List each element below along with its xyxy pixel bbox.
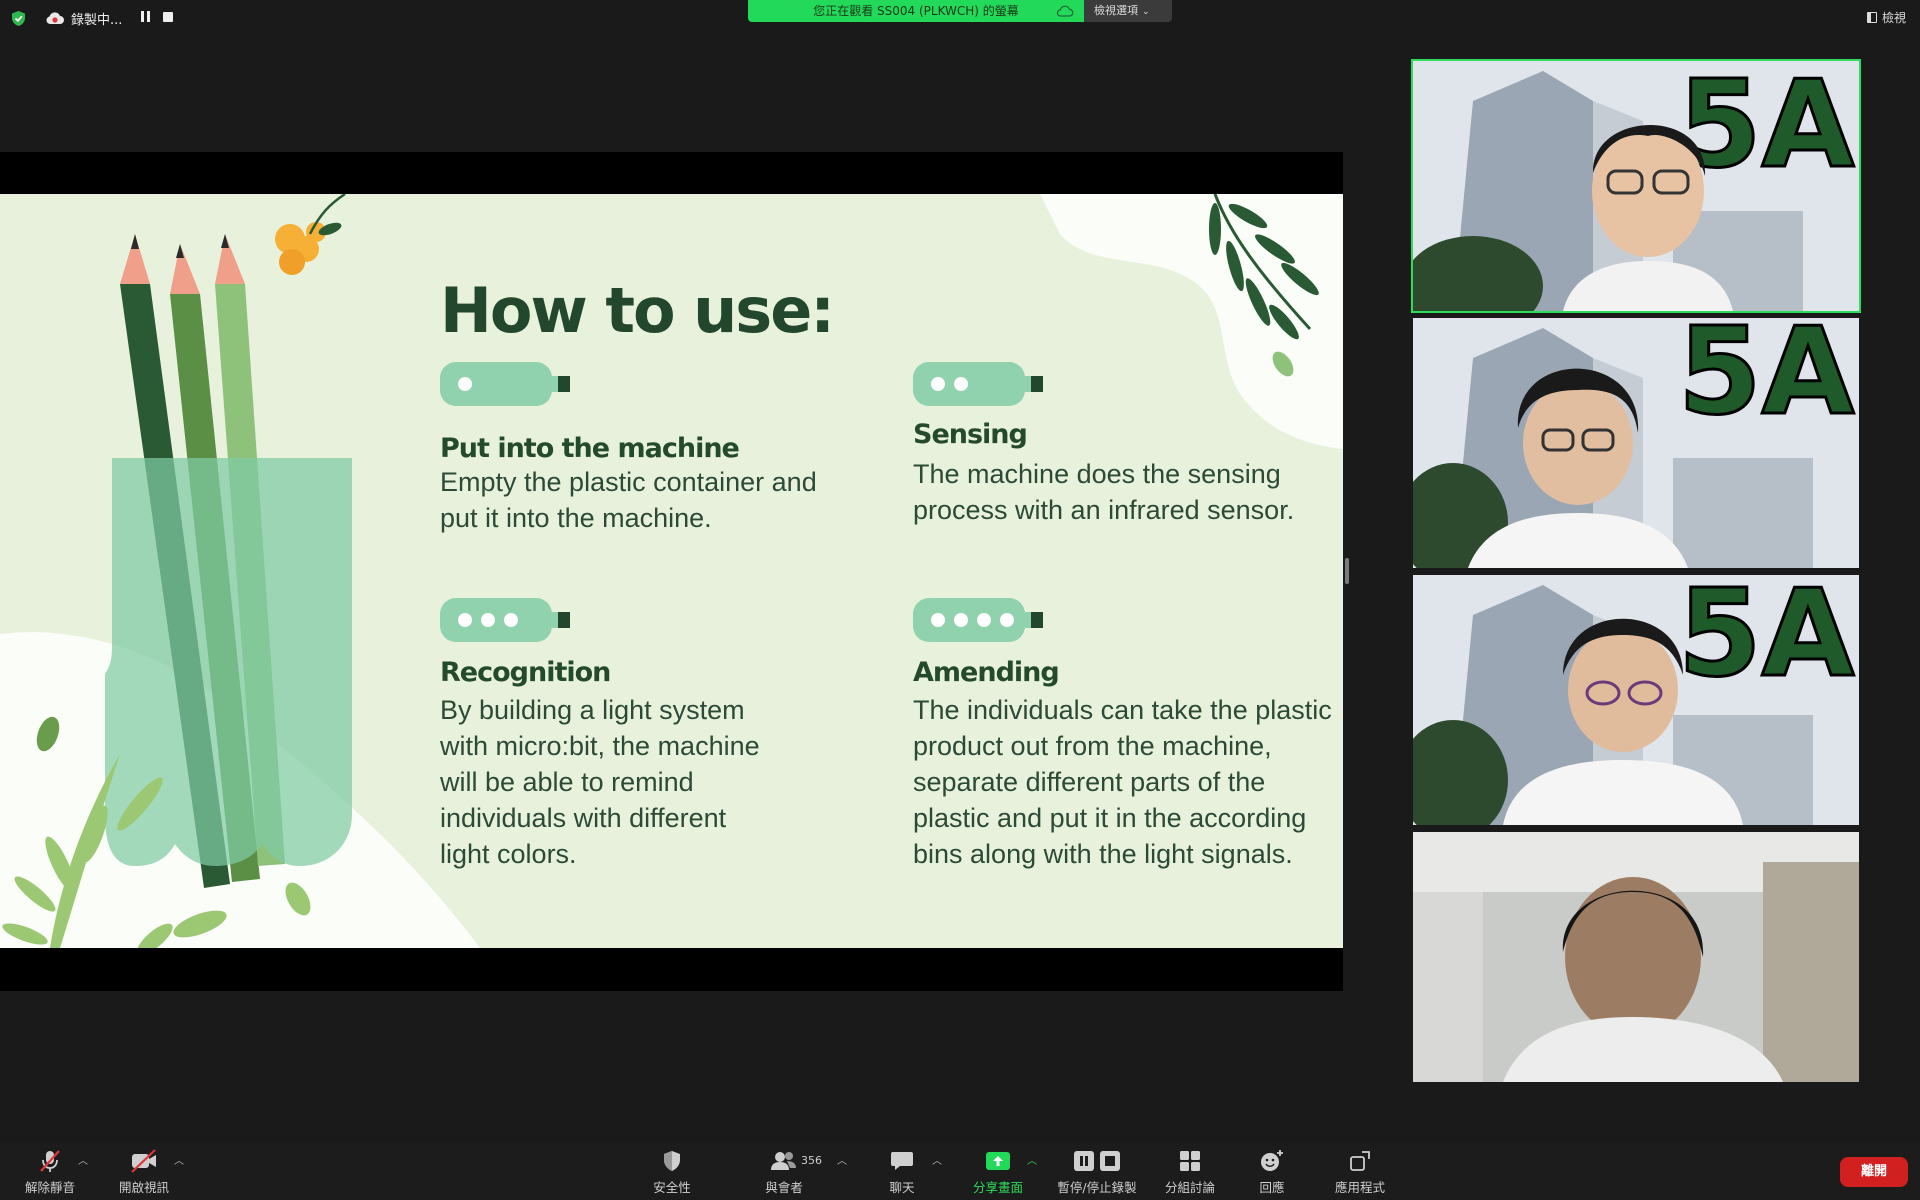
start-video-button[interactable]: 開啟視訊 [112,1148,176,1196]
step-3-text: By building a light system with micro:bi… [440,695,760,869]
tile-background-text: 5A [1678,318,1854,442]
shield-check-icon[interactable] [10,10,27,27]
step-4-heading: Amending [913,657,1060,688]
layout-view-icon [1866,12,1877,23]
participants-icon [771,1152,796,1170]
shared-slide: How to use: Put into the machine Empty t… [0,194,1343,948]
participants-label: 與會者 [765,1180,803,1195]
pause-recording-icon[interactable] [140,11,152,23]
battery-pill-3-icon [440,598,570,642]
video-options-chevron-icon[interactable]: ︿ [174,1152,184,1167]
top-bar: 錄製中... 您正在觀看 SS004 (PLKWCH) 的螢幕 檢視選項 ⌄ 檢視 [0,0,1920,36]
stop-recording-icon[interactable] [163,12,173,22]
video-camera-off-icon [131,1149,156,1173]
chevron-down-icon: ⌄ [1142,7,1150,17]
participant-video-tile[interactable]: 5A [1413,575,1859,825]
participant-video-tile[interactable]: 5A [1413,318,1859,568]
reactions-label: 回應 [1259,1180,1285,1195]
security-label: 安全性 [653,1180,691,1195]
chat-bubble-icon [891,1152,913,1170]
yellow-flower [275,194,346,275]
participants-options-chevron-icon[interactable]: ︿ [837,1152,847,1167]
video-feed: 5A [1413,318,1859,568]
microphone-muted-icon [40,1150,60,1172]
share-options-chevron-icon[interactable]: ︿ [1027,1152,1037,1167]
start-video-label: 開啟視訊 [118,1180,169,1195]
chat-options-chevron-icon[interactable]: ︿ [932,1152,942,1167]
audio-options-chevron-icon[interactable]: ︿ [78,1152,88,1167]
step-3: Recognition By building a light system w… [440,598,860,872]
participant-video-tile[interactable]: 5A [1411,59,1861,313]
pause-stop-recording-label: 暫停/停止錄製 [1057,1180,1137,1195]
slide-title: How to use: [440,274,835,347]
battery-pill-2-icon [913,362,1043,406]
cloud-icon [1056,5,1074,17]
recording-status: 錄製中... [71,13,123,28]
step-1: Put into the machine Empty the plastic c… [440,362,860,536]
step-3-heading: Recognition [440,657,611,688]
chat-button[interactable]: 聊天 [870,1148,934,1196]
tile-background-text: 5A [1678,575,1854,704]
unmute-button[interactable]: 解除靜音 [18,1148,82,1196]
pause-stop-recording-button[interactable]: 暫停/停止錄製 [1053,1148,1141,1196]
video-feed: 5A [1413,61,1859,311]
apps-icon [1350,1151,1370,1171]
share-screen-label: 分享畫面 [972,1180,1023,1195]
step-1-heading: Put into the machine [440,433,740,464]
view-options-label: 檢視選項 [1094,4,1138,17]
participant-video-tile[interactable] [1413,832,1859,1082]
apps-label: 應用程式 [1334,1180,1385,1195]
step-2-heading: Sensing [913,419,1028,450]
video-feed [1413,832,1859,1082]
share-screen-icon [986,1152,1010,1170]
battery-pill-4-icon [913,598,1043,642]
view-button[interactable]: 檢視 [1866,9,1906,26]
shield-icon [664,1151,680,1171]
cloud-recording-icon[interactable] [45,10,65,26]
step-1-text: Empty the plastic container and put it i… [440,467,817,533]
pause-stop-icon [1074,1151,1120,1171]
video-feed: 5A [1413,575,1859,825]
meeting-toolbar [0,1142,1920,1200]
step-4-text: The individuals can take the plastic pro… [913,695,1332,869]
leave-label: 離開 [1860,1164,1887,1179]
view-button-label: 檢視 [1881,11,1906,25]
step-4: Amending The individuals can take the pl… [913,598,1333,872]
viewing-share-banner: 您正在觀看 SS004 (PLKWCH) 的螢幕 [748,0,1084,22]
security-button[interactable]: 安全性 [640,1148,704,1196]
view-options-dropdown[interactable]: 檢視選項 ⌄ [1084,0,1172,22]
smiley-add-icon [1261,1150,1283,1171]
step-2-text: The machine does the sensing process wit… [913,459,1295,525]
unmute-label: 解除靜音 [24,1180,75,1195]
breakout-rooms-label: 分組討論 [1164,1180,1215,1195]
share-screen-button[interactable]: 分享畫面 [965,1148,1031,1196]
participant-count: 356 [801,1154,822,1167]
battery-pill-1-icon [440,362,570,406]
resize-handle[interactable] [1345,558,1349,584]
banner-text: 您正在觀看 SS004 (PLKWCH) 的螢幕 [813,4,1019,18]
leave-button[interactable]: 離開 [1840,1157,1908,1187]
breakout-rooms-button[interactable]: 分組討論 [1158,1148,1222,1196]
apps-button[interactable]: 應用程式 [1325,1148,1395,1196]
tile-background-text: 5A [1678,61,1854,195]
step-2: Sensing The machine does the sensing pro… [913,362,1333,528]
breakout-rooms-icon [1180,1151,1200,1171]
reactions-button[interactable]: 回應 [1240,1148,1304,1196]
chat-label: 聊天 [889,1180,915,1195]
